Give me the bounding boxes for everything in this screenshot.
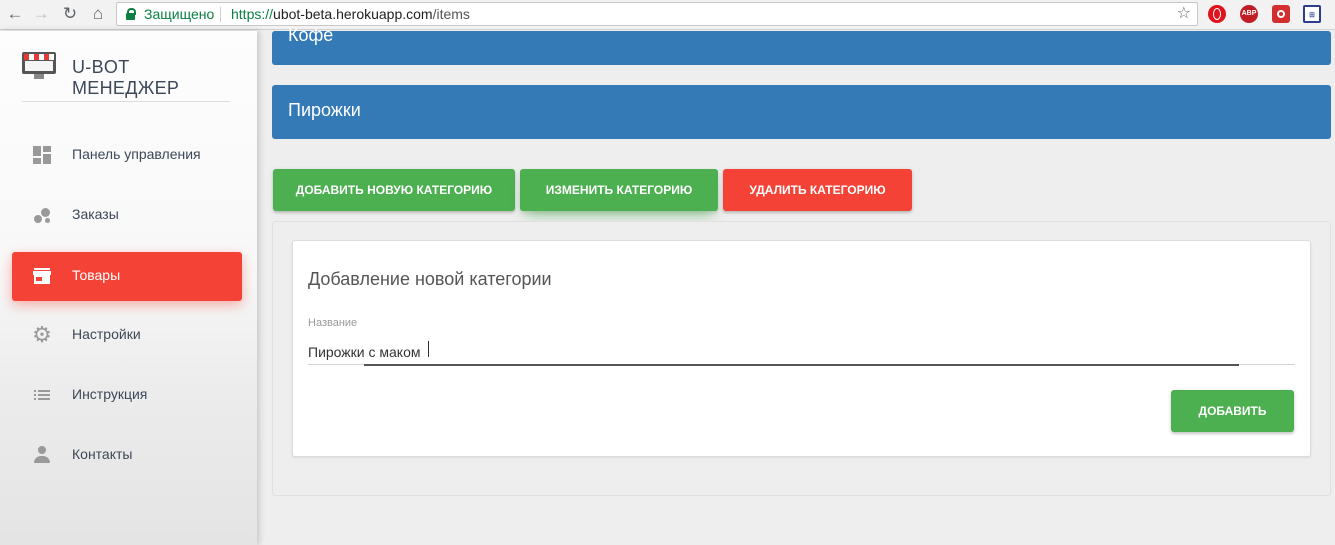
sidebar-item-settings[interactable]: ⚙ Настройки bbox=[12, 311, 242, 360]
category-bar[interactable]: Кофе bbox=[272, 25, 1331, 65]
text-caret bbox=[428, 341, 429, 357]
bubbles-icon bbox=[32, 205, 52, 225]
omnibox-separator bbox=[220, 7, 221, 22]
adblock-plus-icon[interactable]: ABP bbox=[1240, 5, 1258, 23]
delete-category-button[interactable]: УДАЛИТЬ КАТЕГОРИЮ bbox=[723, 169, 912, 211]
card-title: Добавление новой категории bbox=[308, 269, 552, 289]
sidebar: U-BOT МЕНЕДЖЕР Панель управления Заказы … bbox=[0, 31, 257, 545]
gear-icon: ⚙ bbox=[32, 322, 52, 347]
submit-add-button[interactable]: ДОБАВИТЬ bbox=[1171, 390, 1294, 432]
url-scheme: https:// bbox=[231, 6, 274, 22]
secure-label: Защищено bbox=[144, 6, 215, 22]
sidebar-item-label: Инструкция bbox=[72, 386, 148, 402]
brand-name: U-BOT МЕНЕДЖЕР bbox=[72, 57, 180, 98]
home-icon[interactable]: ⌂ bbox=[88, 4, 108, 24]
url-path: /items bbox=[432, 6, 470, 22]
address-bar[interactable]: Защищено https://ubot-beta.herokuapp.com… bbox=[116, 2, 1198, 26]
bookmark-star-icon[interactable]: ☆ bbox=[1177, 3, 1191, 25]
opera-icon[interactable] bbox=[1208, 5, 1226, 23]
list-icon bbox=[32, 385, 52, 405]
reload-icon[interactable]: ↻ bbox=[60, 4, 80, 24]
sidebar-item-dashboard[interactable]: Панель управления bbox=[12, 131, 242, 180]
name-field-label: Название bbox=[308, 317, 358, 329]
edit-category-button[interactable]: ИЗМЕНИТЬ КАТЕГОРИЮ bbox=[520, 169, 718, 211]
url-host: ubot-beta.herokuapp.com bbox=[273, 6, 433, 22]
sidebar-item-orders[interactable]: Заказы bbox=[12, 191, 242, 240]
store-icon bbox=[32, 266, 52, 286]
add-category-card: Добавление новой категории Название ДОБА… bbox=[292, 240, 1311, 457]
add-category-button[interactable]: ДОБАВИТЬ НОВУЮ КАТЕГОРИЮ bbox=[273, 169, 515, 211]
sidebar-item-goods[interactable]: Товары bbox=[12, 252, 242, 301]
back-arrow-icon[interactable]: ← bbox=[5, 4, 25, 24]
category-name: Пирожки bbox=[288, 100, 361, 120]
sidebar-item-label: Товары bbox=[72, 267, 121, 283]
ext-blue-icon[interactable]: ⊞ bbox=[1303, 5, 1321, 23]
url-text[interactable]: https://ubot-beta.herokuapp.com/items bbox=[231, 3, 470, 25]
lock-icon bbox=[126, 8, 136, 20]
field-underline-focus bbox=[364, 364, 1239, 366]
brand-divider bbox=[22, 101, 230, 102]
youtube-like-icon[interactable] bbox=[1272, 5, 1290, 23]
brand[interactable]: U-BOT МЕНЕДЖЕР bbox=[22, 51, 232, 98]
sidebar-item-label: Панель управления bbox=[72, 146, 201, 162]
sidebar-item-label: Заказы bbox=[72, 206, 119, 222]
forward-arrow-icon[interactable]: → bbox=[31, 4, 51, 24]
dashboard-icon bbox=[32, 145, 52, 165]
category-name: Кофе bbox=[288, 25, 334, 45]
sidebar-item-label: Контакты bbox=[72, 446, 133, 462]
sidebar-item-label: Настройки bbox=[72, 326, 141, 342]
category-bar[interactable]: Пирожки bbox=[272, 85, 1331, 139]
store-logo-icon bbox=[22, 52, 56, 79]
person-icon bbox=[32, 445, 52, 465]
browser-toolbar: ← → ↻ ⌂ Защищено https://ubot-beta.herok… bbox=[0, 0, 1335, 30]
name-field[interactable] bbox=[308, 338, 1295, 366]
sidebar-item-contacts[interactable]: Контакты bbox=[12, 431, 242, 480]
sidebar-item-instructions[interactable]: Инструкция bbox=[12, 371, 242, 420]
